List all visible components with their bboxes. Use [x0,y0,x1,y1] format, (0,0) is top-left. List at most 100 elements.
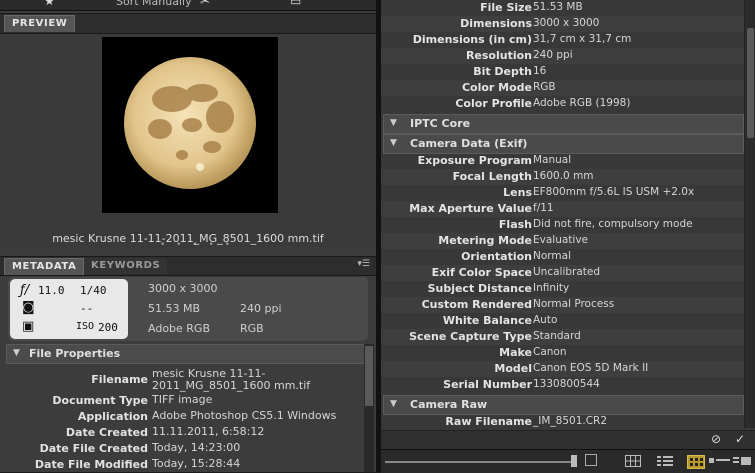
left-panel: ★ Sort Manually ✂ ▭ PREVIEW • • • • • me… [0,0,376,472]
open-folder-icon[interactable]: ▭ [290,0,301,8]
bottom-status-bar [381,449,755,473]
grid-view-icon[interactable] [625,455,641,467]
metadata-value[interactable]: Uncalibrated [533,266,600,278]
top-toolbar: ★ Sort Manually ✂ ▭ [0,0,376,11]
metadata-value[interactable]: 3000 x 3000 [533,17,599,29]
metadata-key: Color Mode [461,81,532,94]
metadata-value[interactable]: Standard [533,330,581,342]
collapse-triangle-icon: ▼ [390,138,397,148]
metadata-value[interactable]: 1330800544 [533,378,600,390]
metadata-value[interactable]: _IM_8501.CR2 [533,415,607,427]
metering-icon: ◙ [22,300,35,315]
metadata-value: Adobe Photoshop CS5.1 Windows [152,409,337,422]
metadata-value[interactable]: 31,7 cm x 31,7 cm [533,33,631,45]
metadata-row-color-profile: Color Profile Adobe RGB (1998) [381,96,744,112]
metadata-row-white-balance: White Balance Auto [381,313,744,329]
star-icon[interactable]: ★ [44,0,55,8]
apply-checkmark-icon[interactable]: ✓ [735,432,745,446]
metadata-key: Dimensions (in cm) [412,33,532,46]
metadata-value[interactable]: Auto [533,314,557,326]
metadata-row-lens: Lens EF800mm f/5.6L IS USM +2.0x [381,185,744,201]
metadata-value[interactable]: 11.11.2011, 6:58:12 [152,426,362,438]
metadata-key: Serial Number [443,378,532,391]
metadata-value[interactable]: Did not fire, compulsory mode [533,218,693,230]
metadata-value[interactable]: EF800mm f/5.6L IS USM +2.0x [533,186,694,198]
metadata-value[interactable]: 1600.0 mm [533,170,594,182]
metadata-value[interactable]: Infinity [533,282,569,294]
right-scrollbar[interactable] [744,0,755,428]
panel-menu-icon[interactable]: ▾☰ [357,259,370,269]
preview-pane: • • • • • [0,34,376,250]
camera-icon: ▣ [22,319,35,334]
metadata-value[interactable]: Canon [533,346,567,358]
thumbnail-slider-thumb[interactable] [571,455,577,467]
tab-preview[interactable]: PREVIEW [4,15,76,32]
metadata-key: Model [494,362,532,375]
metadata-key: Orientation [461,250,532,263]
metadata-key: White Balance [442,314,532,327]
metadata-value[interactable]: mesic Krusne 11-11-2011_MG_8501_1600 mm.… [152,368,362,392]
left-scrollbar[interactable] [364,344,374,472]
metadata-placard: ƒ/ 11.0 1/40 ◙ -- ▣ ISO 200 3000 x 3000 … [8,277,368,341]
fit-view-icon[interactable] [585,454,597,466]
metadata-value[interactable]: Canon EOS 5D Mark II [533,362,648,374]
sort-label[interactable]: Sort Manually [116,0,192,8]
metadata-footer: ⊘ ✓ [381,430,755,449]
filmstrip-view-icon[interactable] [733,455,751,467]
right-scrollbar-thumb[interactable] [747,28,754,138]
metadata-row-flash: Flash Did not fire, compulsory mode [381,217,744,233]
metadata-key: Max Aperture Value [409,202,532,215]
metadata-key: Make [499,346,532,359]
iptc-core-section-header[interactable]: ▼ IPTC Core [383,114,744,134]
file-properties-header[interactable]: ▼ File Properties [6,344,366,364]
placard-profile: Adobe RGB [148,322,211,335]
metadata-value[interactable]: 16 [533,65,546,77]
metadata-value[interactable]: Adobe RGB (1998) [533,97,630,109]
metadata-value[interactable]: 51.53 MB [533,1,583,13]
left-scrollbar-thumb[interactable] [365,346,373,406]
file-properties-title: File Properties [29,347,121,360]
metadata-row-max-aperture-value: Max Aperture Value f/11 [381,201,744,217]
metadata-row-subject-distance: Subject Distance Infinity [381,281,744,297]
metadata-value[interactable]: f/11 [533,202,554,214]
metadata-key: Raw Filename [445,415,532,428]
moon-graphic [124,57,256,189]
metadata-row-make: Make Canon [381,345,744,361]
moon-preview-image[interactable] [102,37,278,213]
preview-tab-strip: PREVIEW [0,13,376,34]
tools-icon[interactable]: ✂ [200,0,210,8]
iptc-core-section-title: IPTC Core [410,117,471,130]
thumbnail-view-icon[interactable] [687,455,705,469]
metadata-key: File Size [480,1,532,14]
camera-data-section-header[interactable]: ▼ Camera Data (Exif) [383,134,744,154]
metadata-key: Metering Mode [438,234,532,247]
aperture-icon: ƒ/ [20,283,29,298]
metadata-row-raw-filename: Raw Filename _IM_8501.CR2 [381,414,744,430]
metadata-value[interactable]: RGB [533,81,556,93]
thumbnail-size-slider[interactable] [385,461,575,463]
camera-data-section-title: Camera Data (Exif) [410,137,528,150]
metadata-row-dimensions-in-cm: Dimensions (in cm) 31,7 cm x 31,7 cm [381,32,744,48]
metadata-value[interactable]: Manual [533,154,571,166]
tab-keywords[interactable]: KEYWORDS [84,258,168,274]
metadata-value[interactable]: Normal [533,250,571,262]
metadata-row-color-mode: Color Mode RGB [381,80,744,96]
iso-value: 200 [98,321,118,334]
camera-raw-section-header[interactable]: ▼ Camera Raw [383,395,744,415]
collapse-triangle-icon: ▼ [13,348,20,358]
metadata-value[interactable]: Normal Process [533,298,614,310]
details-view-icon[interactable] [709,455,730,467]
metadata-value[interactable]: 240 ppi [533,49,573,61]
metadata-key: Application [77,410,148,423]
metadata-key: Dimensions [460,17,532,30]
metadata-key: Custom Rendered [421,298,532,311]
metadata-key: Subject Distance [427,282,532,295]
tab-metadata[interactable]: METADATA [4,258,85,275]
metadata-row-exif-color-space: Exif Color Space Uncalibrated [381,265,744,281]
metadata-value[interactable]: Evaluative [533,234,588,246]
list-view-icon[interactable] [657,455,673,467]
metadata-key: Exif Color Space [431,266,532,279]
cancel-icon[interactable]: ⊘ [711,432,721,446]
metadata-key: Date File Created [39,442,148,455]
metadata-key: Date File Modified [34,458,148,471]
